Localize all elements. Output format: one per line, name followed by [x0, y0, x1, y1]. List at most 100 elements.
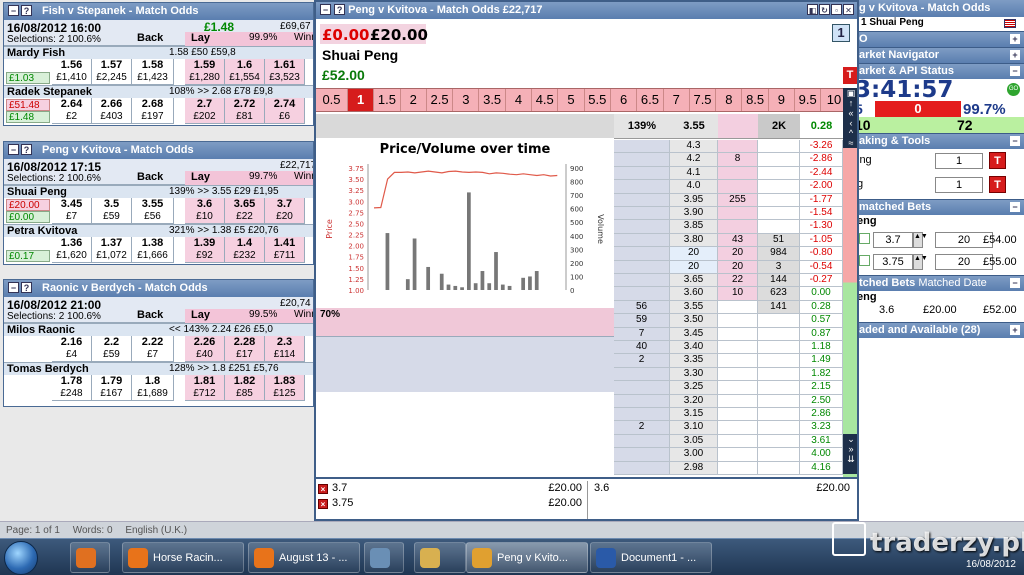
close-icon[interactable]: ✕: [843, 4, 854, 15]
lay-price-cell[interactable]: 1.6 £1,554: [225, 59, 265, 85]
t-button[interactable]: T: [843, 67, 857, 84]
checkbox[interactable]: [859, 255, 870, 266]
back-price-cell[interactable]: 1.36 £1,620: [52, 237, 92, 263]
back-price-cell[interactable]: 1.38 £1,666: [132, 237, 174, 263]
back-price-cell[interactable]: 3.45 £7: [52, 198, 92, 224]
lay-price-cell[interactable]: 2.7 £202: [185, 98, 225, 124]
ladder-back-cell[interactable]: [614, 461, 670, 475]
section-matched-bets[interactable]: tched Bets Matched Date −: [853, 275, 1024, 291]
runner-row[interactable]: Shuai Peng 139% >> 3.55 £29 £1,95: [4, 185, 313, 198]
lay-price-cell[interactable]: 2.72 £81: [225, 98, 265, 124]
back-price-cell[interactable]: 2.16 £4: [52, 336, 92, 362]
cancel-bet-icon[interactable]: ×: [318, 484, 328, 494]
ladder-lay-cell[interactable]: [718, 367, 758, 382]
stake-option[interactable]: 4: [506, 89, 533, 111]
back-price-cell[interactable]: 1.8 £1,689: [132, 375, 174, 401]
stake-option[interactable]: 1: [348, 89, 375, 111]
ladder-lay-cell[interactable]: [718, 314, 758, 328]
ladder-lay-cell[interactable]: [718, 300, 758, 315]
taskbar-button[interactable]: [70, 542, 110, 573]
section-traded-available[interactable]: aded and Available (28) +: [853, 322, 1024, 338]
window-menu-icon[interactable]: −: [320, 4, 331, 15]
stake-option[interactable]: 9: [769, 89, 796, 111]
stake-option[interactable]: 6.5: [637, 89, 664, 111]
t-button-1[interactable]: T: [989, 152, 1006, 169]
back-price-cell[interactable]: 1.37 £1,072: [92, 237, 132, 263]
stake-option[interactable]: 6: [611, 89, 638, 111]
back-price-cell[interactable]: 1.79 £167: [92, 375, 132, 401]
stake-option[interactable]: 4.5: [532, 89, 559, 111]
stake-option[interactable]: 3.5: [479, 89, 506, 111]
ladder-lay-cell[interactable]: [718, 220, 758, 234]
back-price-cell[interactable]: 1.56 £1,410: [52, 59, 92, 85]
lay-price-cell[interactable]: 3.65 £22: [225, 198, 265, 224]
back-price-cell[interactable]: 2.66 £403: [92, 98, 132, 124]
ladder-back-cell[interactable]: 2: [614, 354, 670, 368]
taskbar-button[interactable]: Peng v Kvito...: [466, 542, 588, 573]
stake-option[interactable]: 8: [716, 89, 743, 111]
header-back[interactable]: Back: [137, 171, 163, 183]
help-icon[interactable]: ?: [21, 282, 32, 293]
ladder-lay-cell[interactable]: [718, 381, 758, 395]
collapse-icon[interactable]: −: [1010, 136, 1020, 146]
section-unmatched-bets[interactable]: matched Bets −: [853, 199, 1024, 215]
back-price-cell[interactable]: 3.55 £56: [132, 198, 174, 224]
back-price-cell[interactable]: 2.64 £2: [52, 98, 92, 124]
ladder-back-cell[interactable]: [614, 394, 670, 408]
ladder-lay-cell[interactable]: [718, 166, 758, 181]
staking-input-1[interactable]: 1: [935, 153, 983, 169]
ladder-back-cell[interactable]: [614, 448, 670, 462]
ladder-lay-cell[interactable]: [718, 140, 758, 154]
collapse-icon[interactable]: −: [1010, 202, 1020, 212]
ladder-back-cell[interactable]: [614, 434, 670, 449]
lay-price-cell[interactable]: 1.39 £92: [185, 237, 225, 263]
taskbar-button[interactable]: [414, 542, 466, 573]
ladder-lay-cell[interactable]: 43: [718, 233, 758, 248]
section-o[interactable]: O +: [853, 31, 1024, 47]
ladder-lay-cell[interactable]: [718, 421, 758, 435]
stake-option[interactable]: 0.5: [316, 89, 348, 111]
restore-icon[interactable]: ◧: [807, 4, 818, 15]
stake-option[interactable]: 3: [453, 89, 480, 111]
header-back[interactable]: Back: [137, 32, 163, 44]
ladder-back-cell[interactable]: 2: [614, 421, 670, 435]
market-window-title-bar[interactable]: −? Fish v Stepanek - Match Odds: [4, 3, 313, 20]
ladder-back-cell[interactable]: [614, 260, 670, 274]
cancel-bet-icon[interactable]: ×: [318, 499, 328, 509]
ladder-back-cell[interactable]: [614, 193, 670, 207]
back-price-cell[interactable]: 2.68 £197: [132, 98, 174, 124]
stake-option[interactable]: 1.5: [374, 89, 401, 111]
ladder-lay-cell[interactable]: [718, 180, 758, 194]
back-price-cell[interactable]: 3.5 £59: [92, 198, 132, 224]
stake-option[interactable]: 2: [401, 89, 427, 111]
expand-icon[interactable]: +: [1010, 325, 1020, 335]
scroll-buttons-top[interactable]: ▣ ↑ «‹ ^ ≈: [843, 88, 857, 148]
ladder-back-cell[interactable]: [614, 381, 670, 395]
taskbar-button[interactable]: August 13 - ...: [248, 542, 360, 573]
back-price-cell[interactable]: 1.57 £2,245: [92, 59, 132, 85]
stake-value[interactable]: £20.00: [370, 26, 428, 44]
ladder-back-cell[interactable]: [614, 233, 670, 248]
scroll-buttons-bottom[interactable]: ⌄» ⇊: [843, 434, 857, 474]
ladder-back-cell[interactable]: 59: [614, 314, 670, 328]
help-icon[interactable]: ?: [334, 4, 346, 15]
ladder-lay-cell[interactable]: [718, 461, 758, 475]
right-panel-title[interactable]: g v Kvitova - Match Odds: [853, 0, 1024, 17]
taskbar-button[interactable]: Document1 - ...: [590, 542, 712, 573]
ladder-title-bar[interactable]: − ? Peng v Kvitova - Match Odds £22,717 …: [316, 2, 857, 19]
back-price-cell[interactable]: 1.58 £1,423: [132, 59, 174, 85]
ladder-back-cell[interactable]: [614, 153, 670, 167]
back-price-cell[interactable]: 1.78 £248: [52, 375, 92, 401]
ladder-back-cell[interactable]: 7: [614, 327, 670, 341]
window-menu-icon[interactable]: −: [8, 282, 19, 293]
expand-icon[interactable]: +: [1010, 50, 1020, 60]
stake-option[interactable]: 2.5: [427, 89, 454, 111]
market-window-title-bar[interactable]: −? Raonic v Berdych - Match Odds: [4, 280, 313, 297]
expand-icon[interactable]: +: [1010, 34, 1020, 44]
ladder-lay-cell[interactable]: 10: [718, 287, 758, 301]
lay-price-cell[interactable]: 1.4 £232: [225, 237, 265, 263]
ladder-lay-cell[interactable]: [718, 327, 758, 341]
runner-row[interactable]: Radek Stepanek 108% >> 2.68 £78 £9,8: [4, 85, 313, 98]
odds-input[interactable]: 3.75: [873, 254, 913, 270]
t-button-2[interactable]: T: [989, 176, 1006, 193]
